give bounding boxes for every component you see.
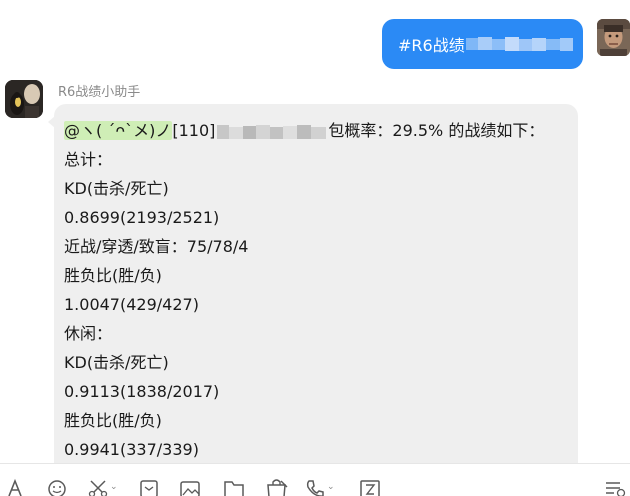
- message-line: 总计：: [64, 150, 113, 169]
- message-line: 近战/穿透/致盲：75/78/4: [64, 237, 249, 256]
- emoji-icon[interactable]: [47, 478, 67, 496]
- my-avatar[interactable]: [597, 19, 630, 56]
- outgoing-message-bubble[interactable]: #R6战绩: [382, 19, 583, 69]
- pixelated-username: [465, 35, 574, 53]
- message-line: 0.9113(1838/2017): [64, 382, 220, 401]
- bot-avatar[interactable]: [5, 80, 43, 118]
- input-toolbar: ⌄ ⌄: [0, 463, 630, 496]
- video-icon[interactable]: [359, 478, 381, 496]
- shake-icon[interactable]: [139, 478, 159, 496]
- chevron-down-icon[interactable]: ⌄: [327, 482, 335, 492]
- pixelated-player-name: [215, 123, 328, 141]
- bag-icon[interactable]: [265, 478, 289, 496]
- message-line: 0.8699(2193/2521): [64, 208, 220, 227]
- message-header-line: @ヽ( ´ᴖ`メ)ノ[110] 包概率：29.5% 的战绩如下：: [64, 121, 544, 141]
- scissors-icon[interactable]: ⌄: [88, 478, 118, 496]
- message-line: 胜负比(胜/负): [64, 266, 162, 285]
- mention-tag[interactable]: @ヽ( ´ᴖ`メ)ノ: [64, 121, 173, 140]
- message-line: KD(击杀/死亡): [64, 179, 169, 198]
- header-rest: 包概率：29.5% 的战绩如下：: [328, 121, 545, 140]
- folder-icon[interactable]: [223, 478, 245, 496]
- player-level: [110]: [172, 121, 216, 140]
- outgoing-message-text: #R6战绩: [398, 36, 465, 55]
- font-icon[interactable]: [7, 478, 23, 496]
- message-line: KD(击杀/死亡): [64, 353, 169, 372]
- history-icon[interactable]: [604, 478, 626, 496]
- message-line: 0.9941(337/339): [64, 440, 199, 459]
- chevron-down-icon[interactable]: ⌄: [110, 482, 118, 492]
- phone-icon[interactable]: ⌄: [305, 478, 335, 496]
- chat-window: #R6战绩 R6战绩小助手 @ヽ(´ᴖ`メ)ノ[110] 包概率：29.5% …: [0, 0, 630, 496]
- message-line: 休闲：: [64, 324, 113, 343]
- image-icon[interactable]: [179, 478, 201, 496]
- sender-name: R6战绩小助手: [58, 85, 141, 100]
- message-line: 胜负比(胜/负): [64, 411, 162, 430]
- message-line: 1.0047(429/427): [64, 295, 199, 314]
